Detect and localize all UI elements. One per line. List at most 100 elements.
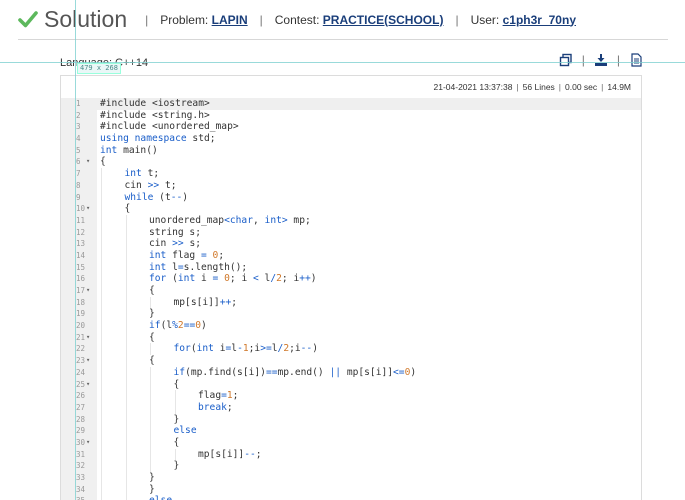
line-number: 19 (76, 309, 86, 319)
fold-toggle-icon[interactable]: ▾ (86, 332, 90, 344)
code-line: 11 unordered_map<char, int> mp; (61, 214, 641, 227)
indent-guide (101, 238, 102, 250)
code-text: int t; (124, 168, 160, 180)
code-text: break; (198, 401, 233, 413)
line-number: 24 (76, 367, 86, 377)
submission-date: 21-04-2021 13:37:38 (433, 82, 513, 92)
solution-header: Solution | Problem: LAPIN | Contest: PRA… (18, 0, 668, 40)
code-panel: 21-04-2021 13:37:38 | 56 Lines | 0.00 se… (60, 75, 642, 500)
code-line: 6 ▾ { (61, 156, 641, 168)
indent-guide (150, 366, 151, 379)
code-text: mp[s[i]]--; (198, 448, 262, 460)
line-number: 26 (76, 391, 86, 401)
fold-toggle-icon[interactable]: ▾ (86, 379, 90, 391)
code-line: 8 cin >> t; (61, 179, 641, 192)
code-line: 29 else (61, 425, 641, 437)
code-line: 26 flag=1; (61, 390, 641, 402)
line-count: 56 Lines (522, 82, 555, 92)
code-text: { (149, 355, 155, 367)
indent-guide (125, 320, 127, 332)
indent-guide (174, 401, 176, 414)
code-line: 14 int flag = 0; (61, 249, 641, 262)
indent-guide (101, 308, 102, 321)
indent-guide (101, 378, 102, 391)
line-number: 12 (76, 227, 86, 237)
indent-guide (125, 448, 127, 461)
code-line: 22 for(int i=l-1;i>=l/2;i--) (61, 343, 641, 356)
fold-toggle-icon[interactable]: ▾ (86, 437, 90, 449)
code-line: 31 mp[s[i]]--; (61, 448, 641, 461)
code-text: int l=s.length(); (149, 261, 248, 273)
code-text: for(int i=l-1;i>=l/2;i--) (173, 343, 319, 355)
code-line: 3 #include <unordered_map> (61, 121, 641, 133)
code-line: 13 cin >> s; (61, 238, 641, 250)
fold-toggle-icon[interactable]: ▾ (86, 203, 90, 215)
code-text: mp[s[i]]++; (173, 296, 238, 308)
line-number: 25 (76, 379, 86, 389)
copy-icon[interactable] (559, 53, 573, 67)
indent-guide (125, 238, 127, 250)
file-icon[interactable] (629, 53, 643, 67)
indent-guide (101, 495, 102, 500)
indent-guide (101, 226, 102, 239)
separator: | (581, 53, 585, 67)
indent-guide (125, 226, 127, 239)
indent-guide (101, 273, 102, 285)
code-text: { (173, 378, 180, 390)
user-link[interactable]: c1ph3r_70ny (503, 13, 576, 27)
download-icon[interactable] (594, 53, 608, 67)
indent-guide (101, 214, 102, 227)
user-meta: User: c1ph3r_70ny (471, 13, 576, 27)
code-line: 12 string s; (61, 226, 641, 239)
page-title: Solution (44, 6, 128, 32)
code-line: 32} (61, 460, 641, 472)
code-line: 1 #include <iostream> (61, 98, 641, 110)
line-number: 32 (76, 461, 86, 471)
code-toolbar: | | (559, 53, 643, 67)
indent-guide (150, 378, 151, 391)
indent-guide (125, 296, 127, 309)
code-text: #include <iostream> (100, 98, 210, 109)
line-number: 6 (76, 157, 81, 167)
indent-guide (101, 191, 102, 204)
indent-guide (125, 214, 127, 227)
problem-label: Problem: (160, 12, 209, 27)
code-line: 34} (61, 483, 641, 496)
indent-guide (174, 390, 176, 402)
code-line: 23 ▾ { (61, 355, 641, 367)
indent-guide (101, 261, 102, 274)
indent-guide (125, 331, 127, 344)
indent-guide (125, 355, 127, 367)
code-text: } (173, 413, 180, 425)
indent-guide (125, 308, 127, 321)
submission-info: 21-04-2021 13:37:38 | 56 Lines | 0.00 se… (61, 76, 641, 98)
line-number: 7 (76, 169, 81, 179)
fold-toggle-icon[interactable]: ▾ (86, 355, 90, 367)
inspector-size-badge: 479 x 268 (77, 63, 121, 74)
user-label: User: (470, 12, 500, 27)
indent-guide (101, 436, 102, 449)
line-number: 35 (61, 495, 87, 500)
line-number: 5 (76, 145, 81, 155)
fold-toggle-icon[interactable]: ▾ (86, 156, 90, 168)
line-number: 33 (76, 473, 86, 482)
indent-guide (125, 249, 127, 262)
indent-guide (101, 472, 102, 484)
indent-guide (150, 425, 151, 437)
contest-link[interactable]: PRACTICE(SCHOOL) (323, 13, 444, 27)
indent-guide (101, 343, 102, 356)
code-line: 35 else (61, 495, 641, 500)
indent-guide (101, 249, 102, 262)
separator: | (601, 82, 604, 92)
code-text: { (149, 285, 155, 296)
code-line: 7 int t; (61, 168, 641, 180)
fold-toggle-icon[interactable]: ▾ (86, 285, 90, 297)
separator: | (616, 53, 620, 67)
code-editor[interactable]: 1 #include <iostream> 2 #include <string.h>… (61, 98, 641, 500)
memory-usage: 14.9M (607, 82, 631, 92)
indent-guide (101, 331, 102, 344)
code-text: unordered_map<char, int> mp; (149, 214, 311, 226)
line-number: 23 (76, 356, 86, 366)
contest-meta: Contest: PRACTICE(SCHOOL) (275, 13, 444, 27)
problem-link[interactable]: LAPIN (212, 13, 248, 27)
